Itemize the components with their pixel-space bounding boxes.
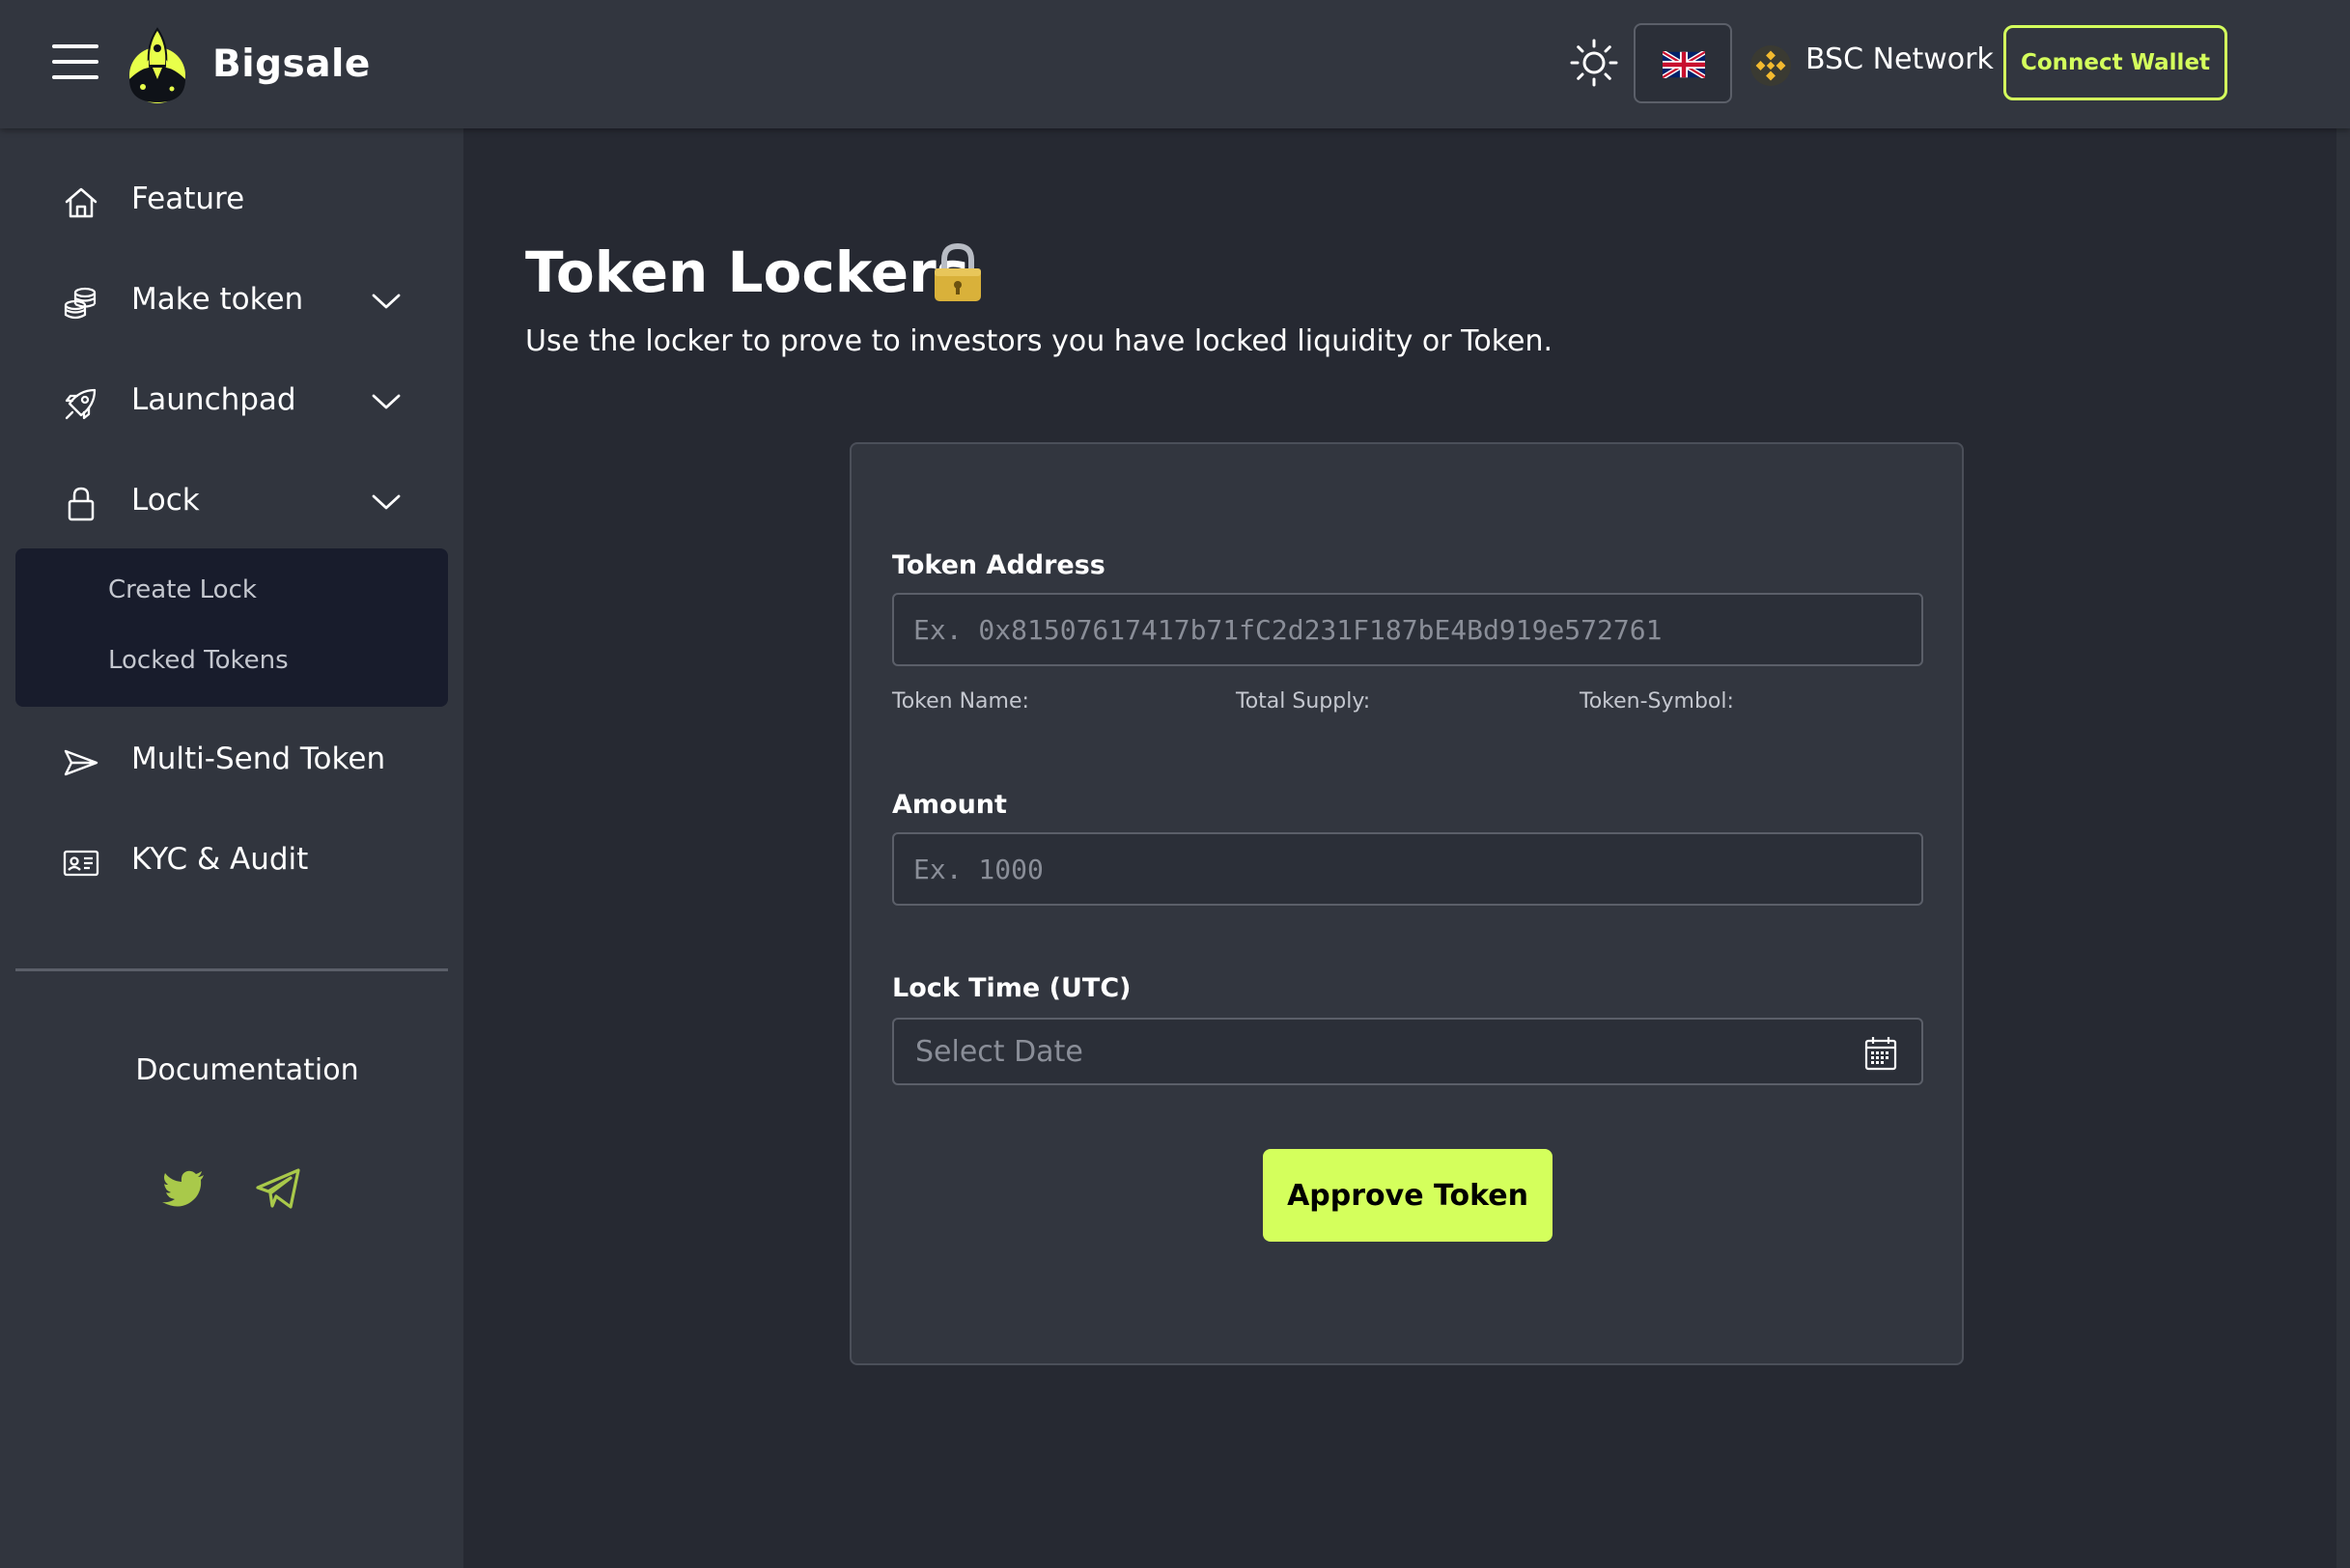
bnb-icon <box>1750 45 1791 86</box>
sidebar-item-lock[interactable]: Lock <box>0 463 463 541</box>
lock-time-label: Lock Time (UTC) <box>892 973 1132 1003</box>
token-symbol-label: Token-Symbol: <box>1580 689 1734 714</box>
sidebar: Feature Make token Launchpad Lock Create… <box>0 128 463 1568</box>
token-address-input[interactable] <box>892 593 1923 666</box>
sidebar-item-label: KYC & Audit <box>131 842 309 877</box>
send-icon <box>64 749 98 776</box>
lock-time-date-picker[interactable]: Select Date <box>892 1018 1923 1085</box>
sidebar-item-label: Feature <box>131 182 245 216</box>
language-selector[interactable] <box>1634 23 1732 103</box>
token-address-label: Token Address <box>892 550 1105 580</box>
lock-submenu: Create Lock Locked Tokens <box>15 548 448 707</box>
total-supply-label: Total Supply: <box>1236 689 1371 714</box>
token-name-label: Token Name: <box>892 689 1029 714</box>
scrollbar[interactable] <box>2336 77 2350 1568</box>
sidebar-item-multi-send[interactable]: Multi-Send Token <box>0 722 463 799</box>
sidebar-item-kyc-audit[interactable]: KYC & Audit <box>0 823 463 900</box>
coins-icon <box>64 287 97 320</box>
amount-input[interactable] <box>892 832 1923 906</box>
lock-form-card: Token Address Token Name: Total Supply: … <box>850 442 1964 1365</box>
menu-icon[interactable] <box>52 42 98 81</box>
bigsale-logo <box>129 27 185 103</box>
chevron-down-icon <box>372 394 401 409</box>
telegram-icon[interactable] <box>252 1162 304 1215</box>
sidebar-item-make-token[interactable]: Make token <box>0 263 463 340</box>
date-placeholder: Select Date <box>915 1035 1083 1069</box>
page-title: Token Lockers <box>525 239 970 305</box>
uk-flag-icon <box>1663 51 1705 78</box>
id-card-icon <box>63 850 99 877</box>
twitter-icon[interactable] <box>157 1162 210 1215</box>
sidebar-item-label: Make token <box>131 282 304 317</box>
sun-icon[interactable] <box>1568 37 1620 89</box>
approve-token-button[interactable]: Approve Token <box>1263 1149 1553 1242</box>
home-icon <box>65 187 98 218</box>
sidebar-item-label: Multi-Send Token <box>131 742 386 776</box>
chevron-down-icon <box>372 294 401 309</box>
rocket-icon <box>65 388 97 420</box>
lock-icon <box>68 487 95 521</box>
amount-label: Amount <box>892 790 1007 820</box>
documentation-link[interactable]: Documentation <box>0 1053 494 1087</box>
sidebar-item-feature[interactable]: Feature <box>0 162 463 239</box>
sidebar-item-label: Lock <box>131 483 200 518</box>
connect-wallet-button[interactable]: Connect Wallet <box>2003 25 2227 100</box>
top-header: Bigsale BSC Network Connect Wallet <box>0 0 2350 128</box>
sidebar-item-label: Launchpad <box>131 382 296 417</box>
submenu-item-create-lock[interactable]: Create Lock <box>108 575 257 604</box>
submenu-item-locked-tokens[interactable]: Locked Tokens <box>108 646 289 675</box>
sidebar-divider <box>15 968 448 971</box>
network-label: BSC Network <box>1805 42 1994 76</box>
sidebar-item-launchpad[interactable]: Launchpad <box>0 363 463 440</box>
page-subtitle: Use the locker to prove to investors you… <box>525 324 1553 358</box>
calendar-icon[interactable] <box>1863 1035 1898 1072</box>
brand-name: Bigsale <box>212 42 371 86</box>
chevron-down-icon <box>372 494 401 510</box>
padlock-icon <box>935 242 981 301</box>
